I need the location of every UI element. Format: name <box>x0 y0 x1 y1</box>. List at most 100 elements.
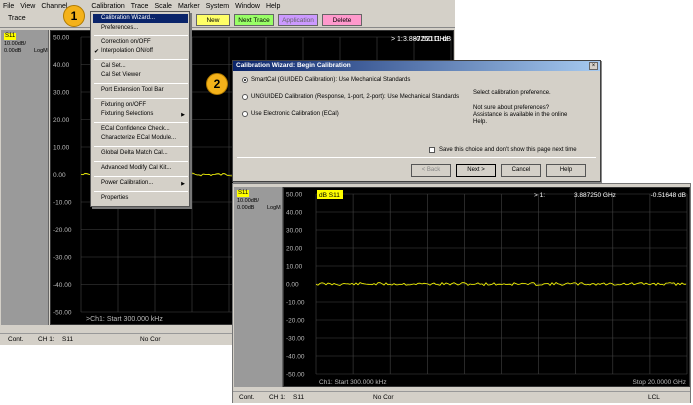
calibration-wizard-dialog: Calibration Wizard: Begin Calibration × … <box>232 60 601 182</box>
dialog-separator <box>237 157 596 158</box>
submenu-arrow-icon: ▶ <box>181 112 185 118</box>
status-mode: Cont. <box>239 394 255 401</box>
next-trace-button[interactable]: Next Trace <box>234 14 274 26</box>
menu-item-correction[interactable]: Correction on/OFF <box>101 39 151 45</box>
menu-item-power-calibration[interactable]: Power Calibration... <box>101 180 153 186</box>
menu-item-port-extension[interactable]: Port Extension Tool Bar <box>101 87 164 93</box>
y-tick-label: -30.00 <box>53 255 72 262</box>
save-choice-label: Save this choice and don't show this pag… <box>439 147 577 153</box>
status-bar: Cont. CH 1: S11 No Cor LCL <box>233 391 690 403</box>
y-tick-label: 40.00 <box>286 210 303 217</box>
menu-item-calibration-wizard[interactable]: Calibration Wizard... <box>93 14 188 23</box>
menu-help[interactable]: Help <box>266 3 280 10</box>
stop-freq-label: Stop 20.0000 GHz <box>633 379 686 386</box>
status-correction: No Cor <box>373 394 394 401</box>
menu-marker[interactable]: Marker <box>178 3 200 10</box>
menu-item-preferences[interactable]: Preferences... <box>101 25 138 31</box>
next-button[interactable]: Next > <box>456 164 496 177</box>
trace-tag: dB S11 <box>319 192 340 199</box>
hint-line-2: Assistance is available in the online <box>473 112 568 118</box>
menu-separator <box>94 176 188 177</box>
cancel-button[interactable]: Cancel <box>501 164 541 177</box>
dialog-title: Calibration Wizard: Begin Calibration <box>236 62 351 69</box>
y-tick-label: -50.00 <box>286 372 305 379</box>
trace-info-panel: S11 10.00dB/ 0.00dB LogM <box>1 30 49 325</box>
radio-icon[interactable] <box>242 111 248 117</box>
menu-window[interactable]: Window <box>235 3 260 10</box>
hint-title: Select calibration preference. <box>473 90 551 96</box>
ref-value: 0.00dB <box>4 48 22 54</box>
trace-button[interactable]: Trace <box>8 15 26 22</box>
trace-badge[interactable]: S11 <box>237 190 250 197</box>
menu-item-fixturing-selections[interactable]: Fixturing Selections <box>101 111 153 117</box>
status-channel: CH 1: <box>38 336 55 343</box>
y-tick-label: -50.00 <box>53 310 72 317</box>
radio-smartcal-label: SmartCal (GUIDED Calibration): Use Mecha… <box>251 77 411 83</box>
menu-item-ecal-confidence[interactable]: ECal Confidence Check... <box>101 126 170 132</box>
menu-separator <box>94 98 188 99</box>
radio-ecal-label: Use Electronic Calibration (ECal) <box>251 111 339 117</box>
radio-unguided-label: UNGUIDED Calibration (Response, 1-port, … <box>251 94 460 100</box>
y-tick-label: -10.00 <box>53 200 72 207</box>
status-trace: S11 <box>293 394 305 401</box>
dialog-title-bar[interactable]: Calibration Wizard: Begin Calibration × <box>233 61 600 71</box>
menu-item-fixturing[interactable]: Fixturing on/OFF <box>101 102 146 108</box>
menu-item-properties[interactable]: Properties <box>101 195 128 201</box>
save-choice-checkbox[interactable] <box>429 147 435 153</box>
menu-view[interactable]: View <box>20 3 35 10</box>
menu-separator <box>94 191 188 192</box>
menu-separator <box>94 122 188 123</box>
y-tick-label: 0.00 <box>286 282 299 289</box>
menu-separator <box>94 146 188 147</box>
application-button[interactable]: Application <box>278 14 318 26</box>
status-mode: Cont. <box>8 336 24 343</box>
plot-graphics-2: 50.00 40.00 30.00 20.00 10.00 0.00 -10.00 -20.0… <box>286 190 688 386</box>
format-value: LogM <box>267 205 281 211</box>
radio-unguided[interactable]: UNGUIDED Calibration (Response, 1-port, … <box>242 94 459 100</box>
help-button[interactable]: Help <box>546 164 586 177</box>
menu-separator <box>94 59 188 60</box>
step-callout-2: 2 <box>206 73 228 95</box>
scale-value: 10.00dB/ <box>4 41 27 47</box>
start-freq-label: Ch1: Start 300.000 kHz <box>319 379 387 386</box>
hint-line-1: Not sure about preferences? <box>473 105 550 111</box>
y-tick-label: 30.00 <box>53 90 70 97</box>
menu-item-cal-set[interactable]: Cal Set... <box>101 63 126 69</box>
new-button[interactable]: New <box>196 14 230 26</box>
radio-ecal[interactable]: Use Electronic Calibration (ECal) <box>242 111 339 117</box>
menu-item-characterize-ecal[interactable]: Characterize ECal Module... <box>101 135 176 141</box>
status-remote: LCL <box>648 394 660 401</box>
menu-system[interactable]: System <box>206 3 229 10</box>
measurement-plot[interactable]: 50.00 40.00 30.00 20.00 10.00 0.00 -10.00 -20.0… <box>283 187 690 387</box>
menu-calibration[interactable]: Calibration <box>91 3 124 10</box>
calibration-menu: Calibration Wizard... Preferences... Cor… <box>90 11 190 207</box>
menu-item-cal-set-viewer[interactable]: Cal Set Viewer <box>101 72 141 78</box>
close-icon[interactable]: × <box>589 62 598 70</box>
menu-item-global-delta-match[interactable]: Global Delta Match Cal... <box>101 150 168 156</box>
status-correction: No Cor <box>140 336 161 343</box>
start-freq-label: >Ch1: Start 300.000 kHz <box>86 316 163 323</box>
ref-value: 0.00dB <box>237 205 255 211</box>
menu-item-interpolation[interactable]: Interpolation ON/off <box>101 48 153 54</box>
menu-separator <box>94 161 188 162</box>
radio-selected-icon[interactable] <box>242 77 248 83</box>
submenu-arrow-icon: ▶ <box>181 181 185 187</box>
y-tick-label: 40.00 <box>53 62 70 69</box>
menu-scale[interactable]: Scale <box>154 3 172 10</box>
y-tick-label: 10.00 <box>53 145 70 152</box>
menu-item-modify-cal-kit[interactable]: Advanced Modify Cal Kit... <box>101 165 171 171</box>
y-tick-label: 50.00 <box>53 35 70 42</box>
menu-separator <box>94 83 188 84</box>
radio-icon[interactable] <box>242 94 248 100</box>
y-tick-label: -20.00 <box>53 227 72 234</box>
y-tick-label: 20.00 <box>53 117 70 124</box>
delete-button[interactable]: Delete <box>322 14 362 26</box>
back-button[interactable]: < Back <box>411 164 451 177</box>
menu-trace[interactable]: Trace <box>131 3 149 10</box>
menu-file[interactable]: File <box>3 3 14 10</box>
y-tick-label: -40.00 <box>53 282 72 289</box>
marker-value: -0.52111 dB <box>414 36 451 43</box>
trace-badge[interactable]: S11 <box>4 33 17 40</box>
radio-smartcal[interactable]: SmartCal (GUIDED Calibration): Use Mecha… <box>242 77 410 83</box>
y-tick-label: -20.00 <box>286 318 305 325</box>
